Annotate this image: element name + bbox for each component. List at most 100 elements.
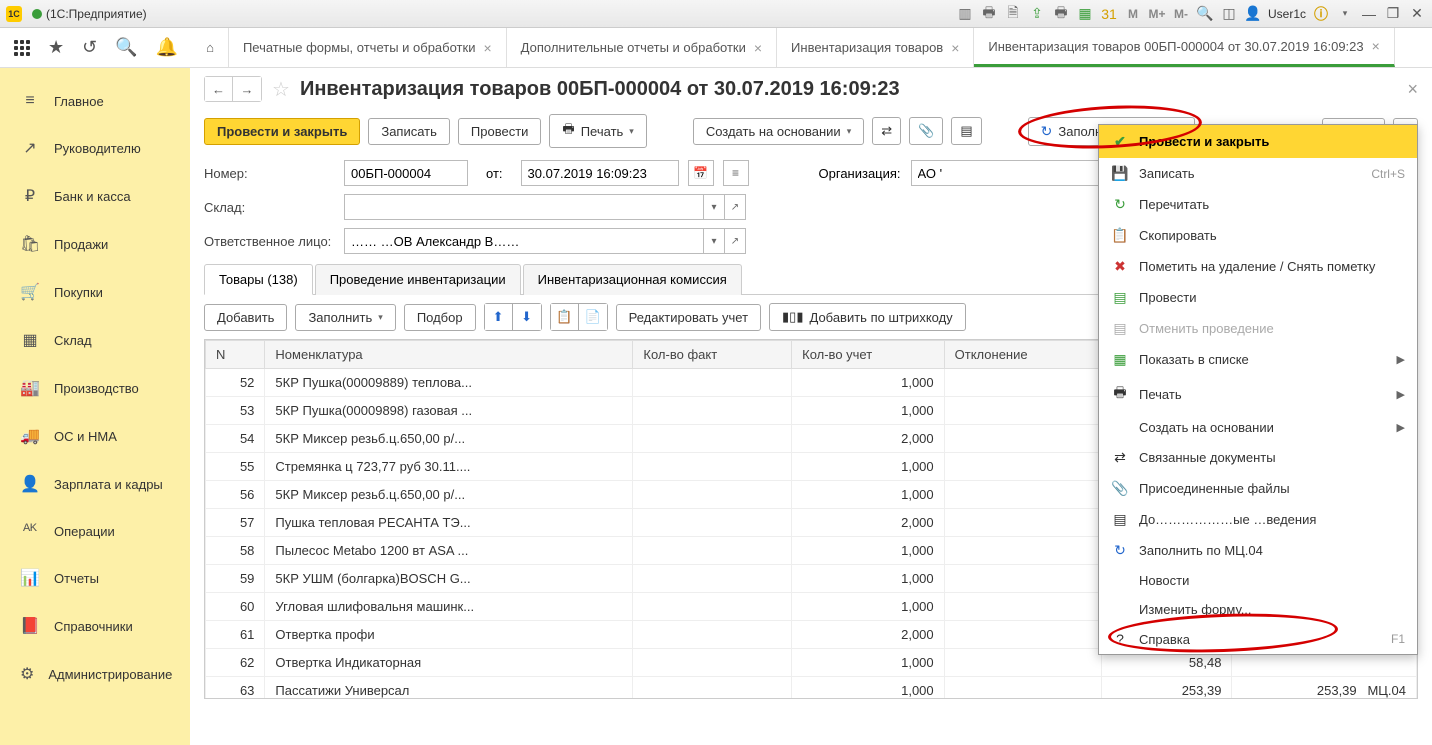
date-input[interactable] xyxy=(521,160,679,186)
tool-zoom-icon[interactable]: 🔍 xyxy=(1196,5,1214,23)
sidebar-item[interactable]: 🛍Продажи xyxy=(0,224,190,264)
link-button[interactable]: ⇄ xyxy=(872,117,901,145)
tab-0[interactable]: Печатные формы, отчеты и обработки× xyxy=(229,28,507,67)
tab-home[interactable]: ⌂ xyxy=(192,28,229,67)
tab-1[interactable]: Дополнительные отчеты и обработки× xyxy=(507,28,777,67)
move-up-button[interactable]: ⬆ xyxy=(485,304,513,330)
favorite-icon[interactable]: ☆ xyxy=(272,77,290,102)
column-header[interactable]: Отклонение xyxy=(944,341,1101,369)
fill-button[interactable]: Заполнить▾ xyxy=(295,304,395,331)
tool-print-icon[interactable]: 🖶 xyxy=(980,5,998,23)
sidebar-item[interactable]: 👤Зарплата и кадры xyxy=(0,464,190,504)
column-header[interactable]: Кол-во учет xyxy=(792,341,945,369)
post-button[interactable]: Провести xyxy=(458,118,542,145)
sub-tab-goods[interactable]: Товары (138) xyxy=(204,264,313,295)
edit-account-button[interactable]: Редактировать учет xyxy=(616,304,761,331)
star-icon[interactable]: ★ xyxy=(48,37,64,58)
dropdown-item[interactable]: 📎Присоединенные файлы xyxy=(1099,473,1417,504)
back-button[interactable]: ← xyxy=(205,77,233,101)
restore-icon[interactable]: ❐ xyxy=(1384,5,1402,23)
info-icon[interactable]: ⓘ xyxy=(1312,5,1330,23)
user-icon[interactable]: 👤 xyxy=(1244,5,1262,23)
tool-calendar-icon[interactable]: 31 xyxy=(1100,5,1118,23)
dropdown-item[interactable]: Изменить форму... xyxy=(1099,595,1417,624)
dropdown-item[interactable]: ▦Показать в списке▶ xyxy=(1099,344,1417,375)
sub-tab-commission[interactable]: Инвентаризационная комиссия xyxy=(523,264,742,295)
dropdown-item[interactable]: ▤До………………ые …ведения xyxy=(1099,504,1417,535)
bell-icon[interactable]: 🔔 xyxy=(156,37,178,58)
sidebar-item[interactable]: ₽Банк и касса xyxy=(0,176,190,216)
add-barcode-button[interactable]: ▮▯▮Добавить по штрихкоду xyxy=(769,303,966,331)
column-header[interactable]: Кол-во факт xyxy=(633,341,792,369)
sidebar-item[interactable]: ᴬᴷОперации xyxy=(0,512,190,550)
post-and-close-button[interactable]: Провести и закрыть xyxy=(204,118,360,145)
calendar-icon[interactable]: 📅 xyxy=(688,160,714,186)
move-down-button[interactable]: ⬇ xyxy=(513,304,541,330)
dropdown-item[interactable]: ▤Провести xyxy=(1099,282,1417,313)
write-button[interactable]: Записать xyxy=(368,118,450,145)
tool-export-icon[interactable]: ⇪ xyxy=(1028,5,1046,23)
table-row[interactable]: 63 Пассатижи Универсал 1,000 253,39 253,… xyxy=(206,677,1417,700)
sidebar-item[interactable]: 📊Отчеты xyxy=(0,558,190,598)
info-caret-icon[interactable]: ▾ xyxy=(1336,5,1354,23)
tool-folder-icon[interactable]: ▥ xyxy=(956,5,974,23)
dropdown-item[interactable]: ⇄Связанные документы xyxy=(1099,442,1417,473)
close-window-icon[interactable]: ✕ xyxy=(1408,5,1426,23)
tool-mminus-icon[interactable]: M- xyxy=(1172,5,1190,23)
sidebar-item[interactable]: 🏭Производство xyxy=(0,368,190,408)
paste-button[interactable]: 📄 xyxy=(579,304,607,330)
select-caret-icon[interactable]: ▾ xyxy=(703,228,725,254)
tab-2[interactable]: Инвентаризация товаров× xyxy=(777,28,974,67)
close-icon[interactable]: × xyxy=(951,40,959,56)
column-header[interactable]: Номенклатура xyxy=(265,341,633,369)
lines-icon[interactable]: ≡ xyxy=(723,160,749,186)
resp-input[interactable] xyxy=(344,228,704,254)
sidebar-item[interactable]: ▦Склад xyxy=(0,320,190,360)
close-icon[interactable]: × xyxy=(483,40,491,56)
open-icon[interactable]: ↗ xyxy=(724,228,746,254)
dropdown-item[interactable]: ?СправкаF1 xyxy=(1099,624,1417,654)
dropdown-item[interactable]: ↻Перечитать xyxy=(1099,189,1417,220)
dropdown-item[interactable]: Новости xyxy=(1099,566,1417,595)
number-input[interactable] xyxy=(344,160,468,186)
dropdown-item[interactable]: Создать на основании▶ xyxy=(1099,413,1417,442)
dropdown-item[interactable]: 🖶Печать▶ xyxy=(1099,375,1417,413)
column-header[interactable]: N xyxy=(206,341,265,369)
tool-panels-icon[interactable]: ◫ xyxy=(1220,5,1238,23)
tool-doc-icon[interactable]: 🗎 xyxy=(1004,5,1022,23)
tab-3[interactable]: Инвентаризация товаров 00БП-000004 от 30… xyxy=(974,28,1394,67)
sidebar-item[interactable]: 📕Справочники xyxy=(0,606,190,646)
sub-tab-conduct[interactable]: Проведение инвентаризации xyxy=(315,264,521,295)
warehouse-input[interactable] xyxy=(344,194,704,220)
sidebar-item[interactable]: 🛒Покупки xyxy=(0,272,190,312)
copy-button[interactable]: 📋 xyxy=(551,304,579,330)
minimize-icon[interactable]: — xyxy=(1360,5,1378,23)
dropdown-item[interactable]: ↻Заполнить по МЦ.04 xyxy=(1099,535,1417,566)
pick-button[interactable]: Подбор xyxy=(404,304,476,331)
print-button[interactable]: 🖶Печать▾ xyxy=(549,114,646,148)
search-icon[interactable]: 🔍 xyxy=(115,37,137,58)
sidebar-item[interactable]: ↗Руководителю xyxy=(0,128,190,168)
dropdown-item[interactable]: 💾ЗаписатьCtrl+S xyxy=(1099,158,1417,189)
dropdown-item[interactable]: ✖Пометить на удаление / Снять пометку xyxy=(1099,251,1417,282)
sidebar-item[interactable]: ⚙Администрирование xyxy=(0,654,190,694)
dropdown-item[interactable]: 📋Скопировать xyxy=(1099,220,1417,251)
list-button[interactable]: ▤ xyxy=(951,117,981,145)
open-icon[interactable]: ↗ xyxy=(724,194,746,220)
dropdown-item[interactable]: ✔Провести и закрыть xyxy=(1099,125,1417,158)
add-button[interactable]: Добавить xyxy=(204,304,287,331)
close-icon[interactable]: × xyxy=(754,40,762,56)
user-label[interactable]: User1c xyxy=(1268,7,1306,21)
tool-print2-icon[interactable]: 🖶 xyxy=(1052,5,1070,23)
sidebar-item[interactable]: 🚚ОС и НМА xyxy=(0,416,190,456)
attach-button[interactable]: 📎 xyxy=(909,117,943,145)
select-caret-icon[interactable]: ▾ xyxy=(703,194,725,220)
history-icon[interactable]: ↺ xyxy=(82,37,97,58)
apps-icon[interactable] xyxy=(14,40,30,56)
tool-mplus-icon[interactable]: M+ xyxy=(1148,5,1166,23)
forward-button[interactable]: → xyxy=(233,77,261,101)
tool-m-icon[interactable]: M xyxy=(1124,5,1142,23)
sidebar-item[interactable]: ≡Главное xyxy=(0,82,190,120)
page-close-icon[interactable]: × xyxy=(1407,79,1418,100)
create-based-button[interactable]: Создать на основании▾ xyxy=(693,118,864,145)
